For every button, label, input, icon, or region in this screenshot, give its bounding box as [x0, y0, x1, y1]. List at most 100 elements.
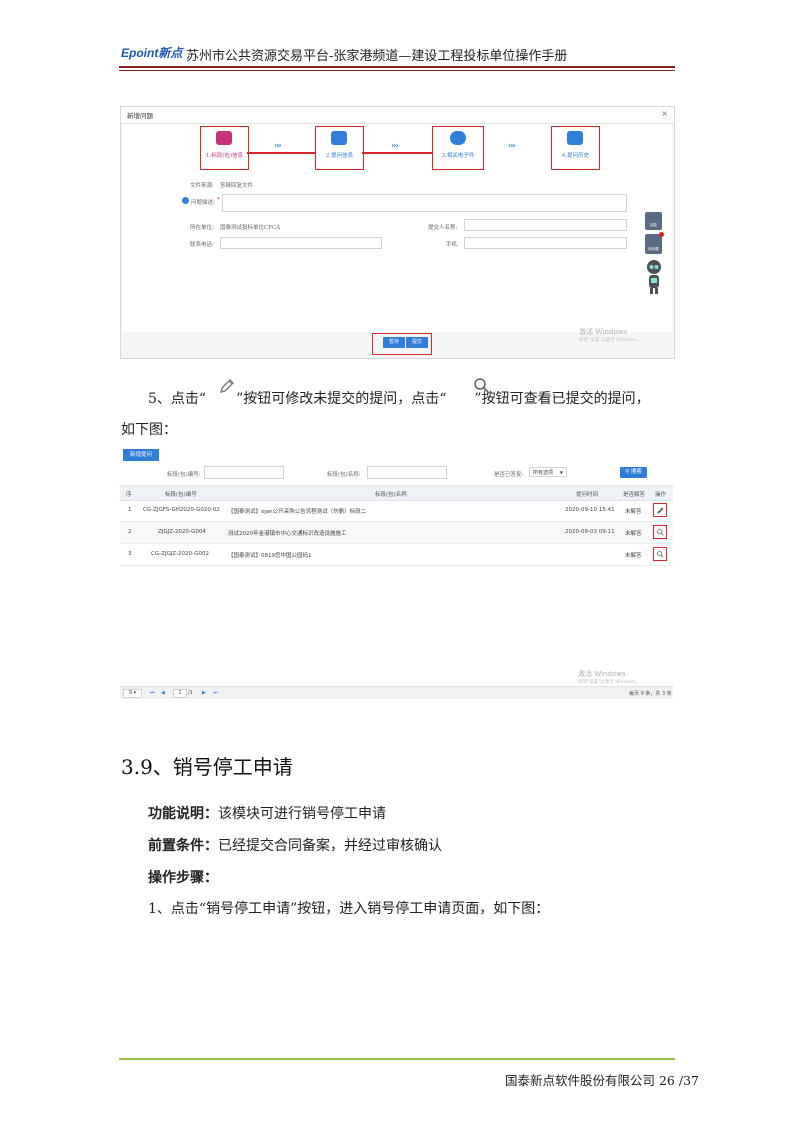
- new-question-button[interactable]: 新增提问: [123, 449, 159, 461]
- precondition-text: 已经提交合同备案，并经过审核确认: [218, 838, 442, 854]
- precondition-label: 前置条件：: [148, 838, 218, 854]
- chart-icon: [450, 131, 466, 145]
- search-icon: [474, 378, 490, 394]
- chevron-down-icon: ▼: [559, 470, 563, 475]
- required-mark: *: [217, 197, 220, 203]
- file-source-label: 文件来源:: [190, 183, 214, 189]
- table-header: 序 标段(包)编号 标段(包)名称 提问时间 是否解答 操作: [120, 485, 673, 501]
- row-number: 1: [128, 507, 132, 513]
- fill-question-side-button[interactable]: 填问题: [645, 232, 664, 254]
- page-input[interactable]: 1: [173, 689, 187, 698]
- section-code: CG-ZJGFS-GH2020-G020-02: [143, 507, 220, 513]
- dialog-title: 新增问题: [127, 112, 153, 120]
- search-button[interactable]: ⚲ 搜索: [620, 467, 647, 478]
- dialog-titlebar: 新增问题 ×: [121, 107, 674, 124]
- save-draft-button[interactable]: 暂存: [383, 337, 405, 348]
- mobile-label: 手机:: [446, 242, 459, 248]
- activation-watermark: 激活 Windows: [578, 670, 626, 678]
- header-divider: [119, 66, 675, 68]
- submitter-input[interactable]: [464, 219, 627, 231]
- arrow-line: [247, 152, 315, 154]
- name-filter-input[interactable]: [367, 466, 447, 479]
- column-header: 标段(包)名称: [375, 492, 407, 498]
- pagination-summary: 每页 9 条，共 3 条: [629, 691, 672, 697]
- step-label: 2.提问信息: [325, 153, 354, 159]
- instruction-paragraph-line2: 如下图：: [121, 422, 177, 438]
- answered-filter-select[interactable]: 所有选项 ▼: [529, 467, 567, 477]
- column-header: 标段(包)编号: [165, 492, 197, 498]
- table-row[interactable]: 1 CG-ZJGFS-GH2020-G020-02 【国泰测试】xjan公开采购…: [120, 500, 673, 522]
- step-label: 1.标段(包)信息: [205, 153, 244, 159]
- stamp-icon: [331, 131, 347, 145]
- arrow-line: [362, 152, 432, 154]
- last-page-icon[interactable]: ⏭: [213, 690, 218, 696]
- grid-icon: [567, 131, 583, 145]
- name-filter-label: 标段(包)名称:: [327, 472, 361, 478]
- activation-watermark: 激活 Windows: [579, 328, 628, 336]
- section-name[interactable]: 测试2020年金港镇市中心交通标识改造设施施工: [228, 529, 347, 537]
- step-question-info[interactable]: 2.提问信息: [315, 126, 364, 170]
- section-code: ZJGJZ-2020-G004: [158, 529, 206, 535]
- submitter-label: 提交人名称:: [428, 225, 458, 231]
- table-row[interactable]: 3 CG-ZJGJZ-2020-G002 【国泰测试】0819您中国公园码1 未…: [120, 544, 673, 566]
- search-icon: ⚲: [625, 469, 630, 475]
- page-size-value: 9: [128, 690, 133, 696]
- code-filter-input[interactable]: [204, 466, 284, 479]
- edit-button[interactable]: [653, 503, 667, 517]
- view-button[interactable]: [653, 525, 667, 539]
- step-one: 1、点击“销号停工申请”按钮，进入销号停工申请页面，如下图：: [148, 901, 550, 917]
- section-name[interactable]: 【国泰测试】0819您中国公园码1: [228, 551, 312, 559]
- chevrons-icon: ›››: [508, 140, 516, 150]
- page-size-select[interactable]: 9 ▾: [123, 689, 142, 698]
- document-icon: [216, 131, 232, 145]
- section-name[interactable]: 【国泰测试】xjan公开采购公告流程测试（勿删）标段二: [228, 507, 366, 515]
- section-code: CG-ZJGJZ-2020-G002: [151, 551, 209, 557]
- search-icon: [656, 550, 664, 558]
- step-section-info[interactable]: 1.标段(包)信息: [200, 126, 249, 170]
- chevrons-icon: ›››: [274, 140, 282, 150]
- chevrons-icon: ›››: [391, 140, 399, 150]
- para-mid: ”按钮可修改未提交的提问，点击“: [236, 391, 447, 407]
- function-label: 功能说明：: [148, 806, 218, 822]
- side-label: 回复: [650, 223, 657, 227]
- mobile-input[interactable]: [464, 237, 627, 249]
- first-page-icon[interactable]: ⏮: [150, 690, 155, 696]
- row-number: 2: [128, 529, 132, 535]
- page-header-title: 苏州市公共资源交易平台-张家港频道—建设工程投标单位操作手册: [186, 49, 568, 64]
- step-attachments[interactable]: 3.相关电子件: [432, 126, 484, 170]
- column-header: 是否解答: [623, 492, 646, 498]
- help-icon: [182, 197, 189, 204]
- epoint-logo: Epoint新点: [121, 46, 183, 60]
- steps-heading: 操作步骤：: [148, 867, 218, 887]
- prev-page-icon[interactable]: ◀: [161, 690, 165, 696]
- step-question-history[interactable]: 4.提问历史: [551, 126, 600, 170]
- step-label: 3.相关电子件: [441, 153, 475, 159]
- question-time: 2020-09-10 15:41: [565, 507, 615, 513]
- row-number: 3: [128, 551, 132, 557]
- activation-watermark-sub: 转到"设置"以激活 Windows。: [579, 338, 642, 343]
- search-icon: [656, 528, 664, 536]
- next-page-icon[interactable]: ▶: [202, 690, 206, 696]
- question-time: 2020-09-03 09:11: [565, 529, 615, 535]
- notification-dot: [659, 232, 664, 237]
- reply-side-button[interactable]: 回复: [645, 212, 662, 230]
- question-desc-input[interactable]: [222, 194, 627, 212]
- table-row[interactable]: 2 ZJGJZ-2020-G004 测试2020年金港镇市中心交通标识改造设施施…: [120, 522, 673, 544]
- page-total: /1: [188, 690, 193, 696]
- phone-input[interactable]: [220, 237, 382, 249]
- view-button[interactable]: [653, 547, 667, 561]
- para-prefix: 5、点击“: [148, 391, 207, 407]
- section-title: 3.9、销号停工申请: [121, 755, 293, 779]
- phone-label: 联系电话:: [190, 242, 214, 248]
- assistant-robot-icon[interactable]: [645, 258, 663, 296]
- search-button-label: 搜索: [630, 469, 642, 475]
- side-label: 填问题: [648, 247, 659, 251]
- pencil-icon: [656, 507, 663, 514]
- footer-divider: [119, 1058, 675, 1060]
- activation-watermark-sub: 转到"设置"以激活 Windows。: [578, 680, 640, 685]
- step-label: 4.提问历史: [561, 153, 590, 159]
- footer-text: 国泰新点软件股份有限公司 26 /37: [505, 1073, 699, 1088]
- close-icon[interactable]: ×: [661, 109, 668, 118]
- question-list-view: 新增提问 标段(包)编号: 标段(包)名称: 是否已答复: 所有选项 ▼ ⚲ 搜…: [120, 447, 673, 700]
- submit-button[interactable]: 提交: [406, 337, 428, 348]
